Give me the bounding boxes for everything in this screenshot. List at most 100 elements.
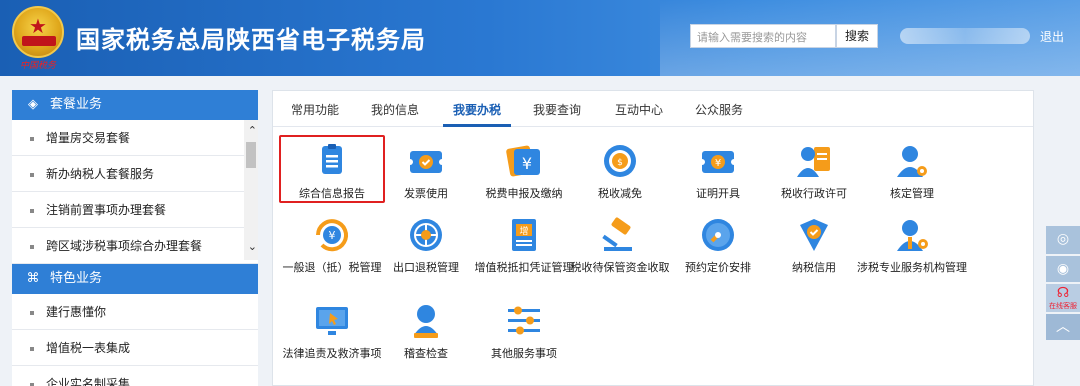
bullet-icon [30,136,34,141]
tab-my-info[interactable]: 我的信息 [371,101,419,118]
agency-icon [892,215,932,255]
service-custody-funds[interactable]: 税收待保管资金收取 [565,215,675,275]
sidebar-item[interactable]: 建行惠懂你 [12,294,258,330]
sidebar-item[interactable]: 增量房交易套餐 [12,120,258,156]
service-label: 增值税抵扣凭证管理 [474,261,574,274]
service-label: 其他服务事项 [491,347,557,360]
sidebar: ◈ 套餐业务 增量房交易套餐 新办纳税人套餐服务 注销前置事项办理套餐 跨区域涉税… [12,90,258,386]
scroll-down-icon[interactable]: ⌄ [248,240,257,253]
tab-query[interactable]: 我要查询 [533,101,581,118]
bullet-icon [30,310,34,315]
service-certificate-issue[interactable]: ¥ 证明开具 [663,141,773,201]
service-label: 发票使用 [404,187,448,200]
sidebar-section-featured[interactable]: ⌘ 特色业务 [12,264,258,294]
inspection-icon [406,301,446,341]
headset-icon: ☊ [1056,285,1070,301]
weibo-button[interactable]: ◉ [1046,256,1080,282]
online-service-label: 在线客服 [1049,302,1077,310]
export-refund-icon [406,215,446,255]
wechat-icon: ◎ [1056,231,1070,247]
certificate-icon: ¥ [698,141,738,181]
service-advance-pricing[interactable]: 预约定价安排 [663,215,773,275]
wechat-button[interactable]: ◎ [1046,226,1080,254]
svg-text:¥: ¥ [522,154,532,173]
bullet-icon [30,244,34,249]
service-inspection[interactable]: 稽查检查 [371,301,481,361]
sidebar-item-label: 增量房交易套餐 [46,131,131,145]
credit-icon [794,215,834,255]
service-vat-deduction[interactable]: 增 增值税抵扣凭证管理 [469,215,579,275]
other-services-icon [504,301,544,341]
service-label: 证明开具 [696,187,740,200]
service-label: 稽查检查 [404,347,448,360]
service-label: 核定管理 [890,187,934,200]
bullet-icon [30,208,34,213]
service-admin-permit[interactable]: 税收行政许可 [759,141,869,201]
emblem-star-icon: ★ [29,14,47,38]
logo-text: 中国税务 [19,61,56,71]
service-label: 出口退税管理 [393,261,459,274]
pricing-icon [698,215,738,255]
service-label: 税收减免 [598,187,642,200]
header: ★ 中国税务 国家税务总局陕西省电子税务局 请输入需要搜索的内容 搜索 退出 [0,0,1080,76]
logout-link[interactable]: 退出 [1040,28,1064,45]
tab-interaction-center[interactable]: 互动中心 [615,101,663,118]
sidebar-section-label: 特色业务 [50,271,103,286]
main-panel: 常用功能 我的信息 我要办税 我要查询 互动中心 公众服务 综合信息报告 发票使… [272,90,1034,386]
sidebar-item[interactable]: 新办纳税人套餐服务 [12,156,258,192]
svg-text:¥: ¥ [715,158,721,169]
service-agency-management[interactable]: 涉税专业服务机构管理 [857,215,967,275]
grid-icon: ⌘ [26,271,40,286]
report-icon [312,141,352,181]
service-label: 涉税专业服务机构管理 [857,261,967,274]
service-other[interactable]: 其他服务事项 [469,301,579,361]
active-tab-indicator [443,124,511,127]
site-title: 国家税务总局陕西省电子税务局 [76,26,426,54]
legal-icon [312,301,352,341]
service-verification-management[interactable]: 核定管理 [857,141,967,201]
service-invoice-use[interactable]: 发票使用 [371,141,481,201]
bullet-icon [30,172,34,177]
service-export-refund[interactable]: 出口退税管理 [371,215,481,275]
sidebar-item[interactable]: 跨区域涉税事项综合办理套餐 [12,228,258,264]
service-label: 税收行政许可 [781,187,847,200]
tax-payment-icon: ¥ [504,141,544,181]
bullet-icon [30,382,34,386]
sidebar-scrollbar[interactable] [244,120,258,260]
tab-tax-handling[interactable]: 我要办税 [453,101,501,118]
sidebar-item[interactable]: 注销前置事项办理套餐 [12,192,258,228]
user-name-blurred [900,28,1030,44]
scroll-up-icon[interactable]: ⌃ [248,124,257,137]
sidebar-item[interactable]: 企业实名制采集 [12,366,258,386]
sidebar-item-label: 建行惠懂你 [46,305,107,319]
vat-deduction-icon: 增 [504,215,544,255]
sidebar-item-label: 跨区域涉税事项综合办理套餐 [46,239,203,253]
tab-public-services[interactable]: 公众服务 [695,101,743,118]
sidebar-item-label: 注销前置事项办理套餐 [46,203,167,217]
back-to-top-button[interactable]: ︿ [1046,314,1080,340]
sidebar-item-label: 增值税一表集成 [46,341,131,355]
svg-text:$: $ [617,158,623,168]
online-service-button[interactable]: ☊ 在线客服 [1046,284,1080,312]
tab-common-functions[interactable]: 常用功能 [291,101,339,118]
admin-permit-icon [794,141,834,181]
sidebar-item-label: 企业实名制采集 [46,377,131,386]
invoice-icon [406,141,446,181]
svg-text:¥: ¥ [329,229,336,242]
search-button[interactable]: 搜索 [836,24,878,48]
bullet-icon [30,346,34,351]
svg-text:增: 增 [519,225,528,237]
service-tax-reduction[interactable]: $ 税收减免 [565,141,675,201]
service-label: 税收待保管资金收取 [570,261,670,274]
sidebar-section-package[interactable]: ◈ 套餐业务 [12,90,258,120]
sidebar-item-label: 新办纳税人套餐服务 [46,167,155,181]
service-tax-credit[interactable]: 纳税信用 [759,215,869,275]
search-input[interactable]: 请输入需要搜索的内容 [690,24,836,48]
gavel-icon [600,215,640,255]
weibo-icon: ◉ [1056,261,1070,277]
verification-icon [892,141,932,181]
service-label: 税费申报及缴纳 [485,187,563,200]
sidebar-item[interactable]: 增值税一表集成 [12,330,258,366]
scrollbar-thumb[interactable] [246,142,256,168]
service-tax-declaration-payment[interactable]: ¥ 税费申报及缴纳 [469,141,579,201]
